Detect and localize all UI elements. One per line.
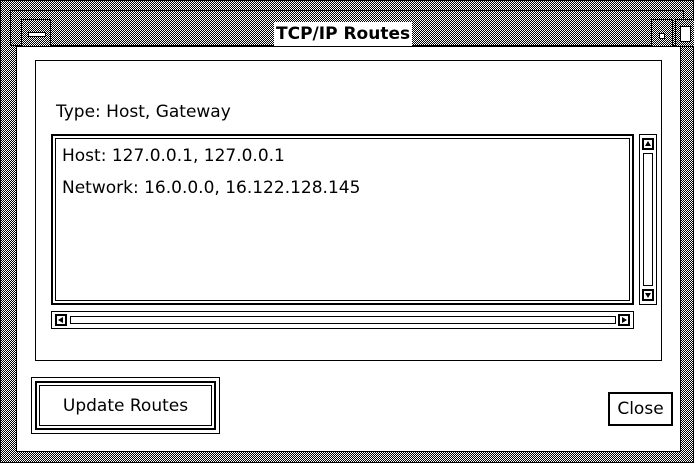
routes-list[interactable]: Host: 127.0.0.1, 127.0.0.1 Network: 16.0… [51,134,634,305]
scroll-up-arrow-icon[interactable] [642,138,654,150]
default-button-frame: Update Routes [31,377,220,434]
vertical-scrollbar[interactable] [639,134,657,305]
window-menu-icon[interactable] [21,19,51,47]
update-routes-button[interactable]: Update Routes [35,381,216,430]
routes-group: Type: Host, Gateway Host: 127.0.0.1, 127… [35,60,662,361]
vertical-scroll-track[interactable] [643,153,653,286]
dialog-body: Type: Host, Gateway Host: 127.0.0.1, 127… [16,46,681,452]
title-bar[interactable]: TCP/IP Routes [10,10,694,47]
tcpip-routes-window: TCP/IP Routes Type: Host, Gateway Host: … [0,0,694,463]
scroll-left-arrow-icon[interactable] [55,314,67,326]
maximize-icon[interactable] [675,19,694,47]
list-item[interactable]: Network: 16.0.0.0, 16.122.128.145 [62,177,360,199]
scroll-right-arrow-icon[interactable] [618,314,630,326]
list-item[interactable]: Host: 127.0.0.1, 127.0.0.1 [62,145,285,167]
close-button[interactable]: Close [608,392,673,426]
type-label: Type: Host, Gateway [56,102,231,122]
scroll-down-arrow-icon[interactable] [642,289,654,301]
window-title: TCP/IP Routes [274,22,413,46]
horizontal-scroll-track[interactable] [70,316,616,324]
horizontal-scrollbar[interactable] [51,311,634,329]
minimize-icon[interactable] [651,19,673,47]
